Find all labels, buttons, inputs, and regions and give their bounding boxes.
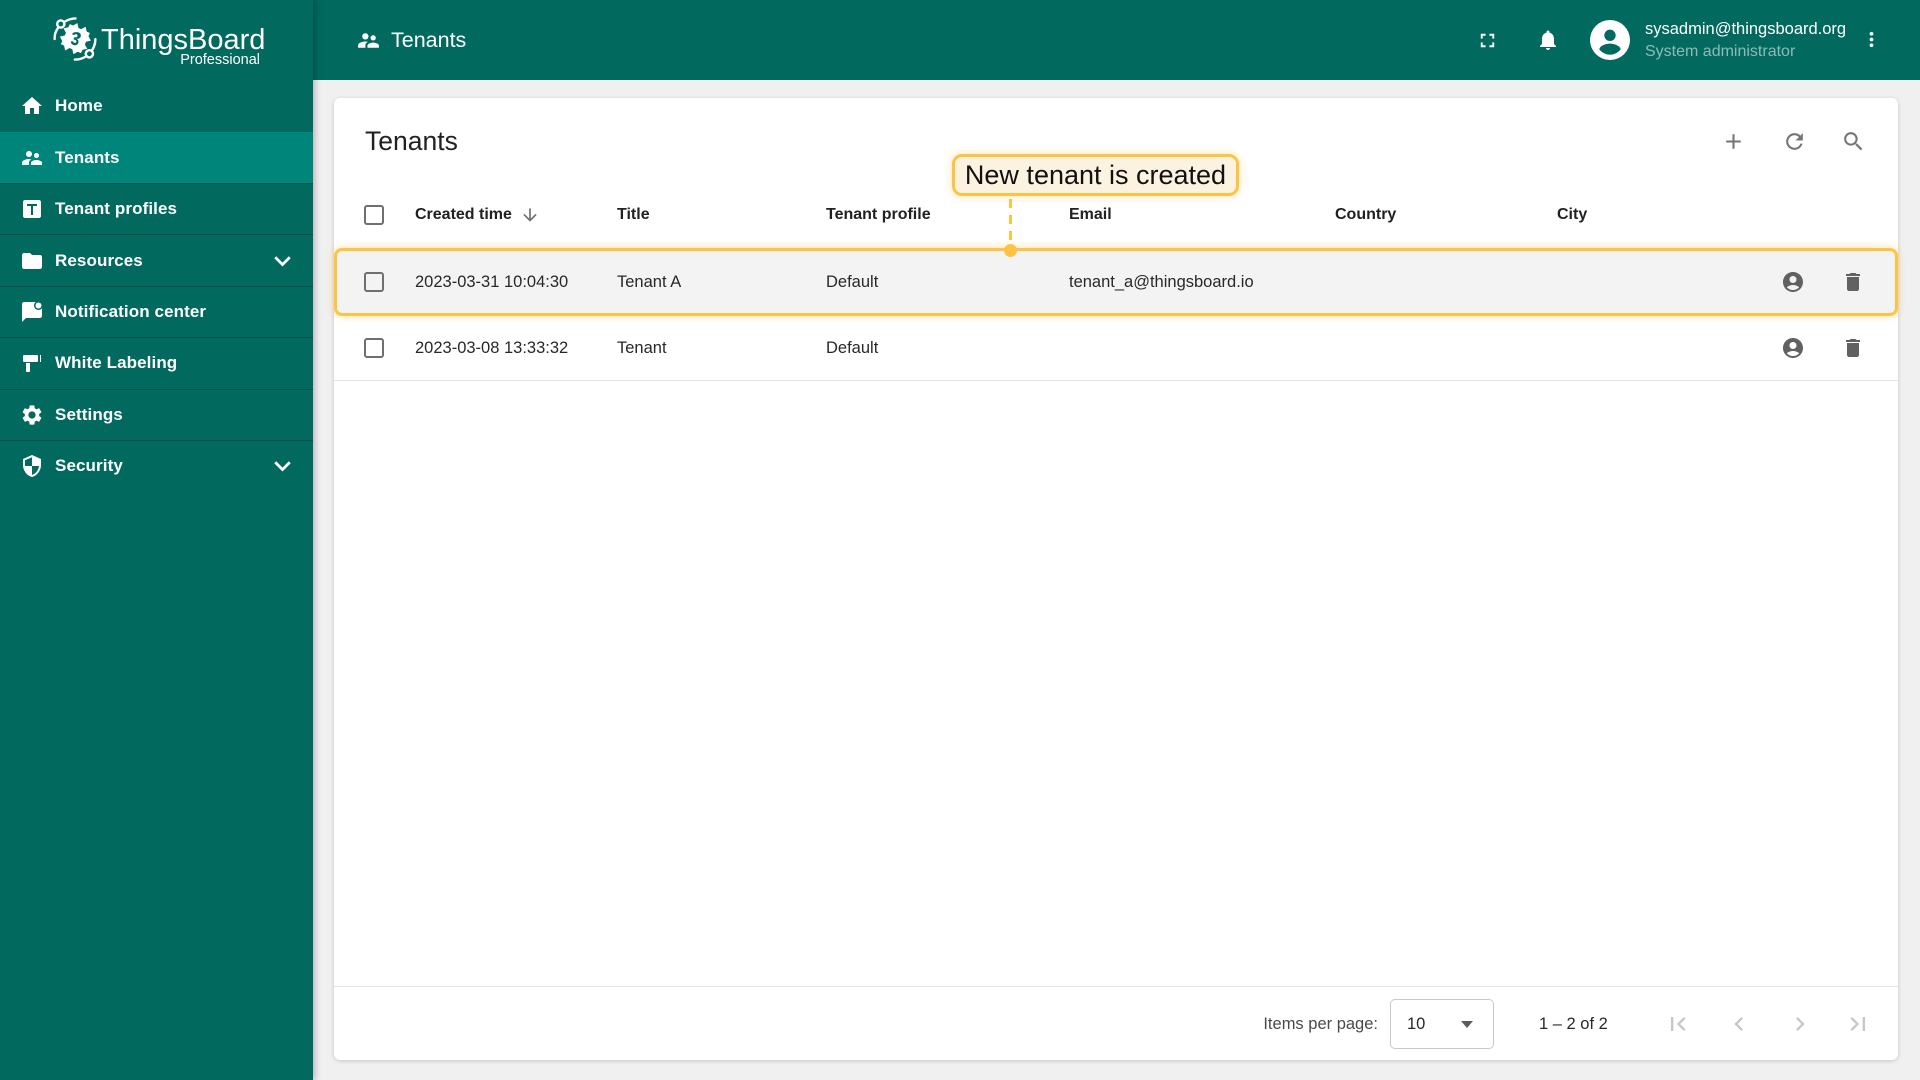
svg-text:Professional: Professional: [180, 52, 260, 68]
